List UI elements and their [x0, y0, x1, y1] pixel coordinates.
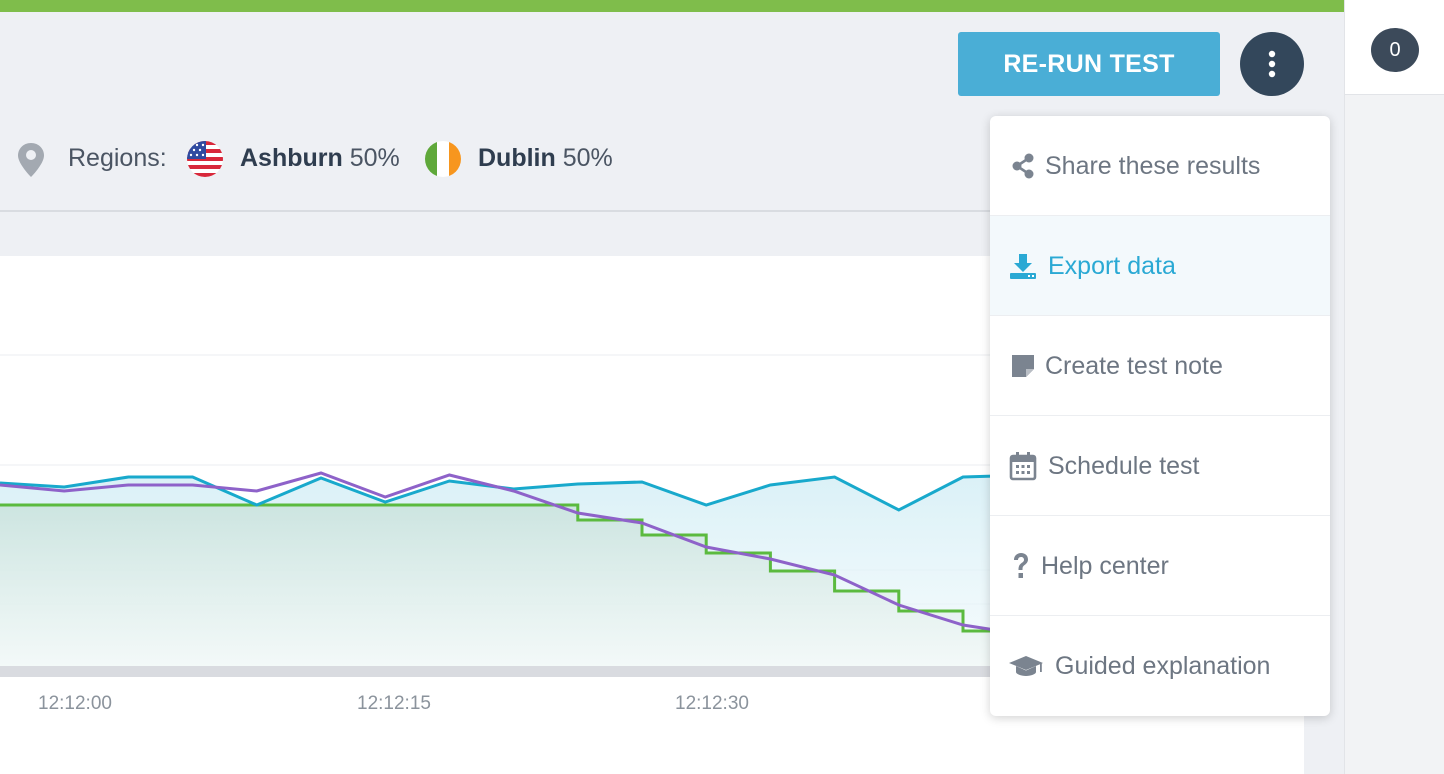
menu-item-label: Schedule test — [1048, 452, 1200, 480]
menu-item-label: Export data — [1048, 252, 1176, 280]
graduation-cap-icon — [1008, 652, 1044, 680]
menu-item-label: Create test note — [1045, 352, 1223, 380]
menu-item-label: Guided explanation — [1055, 652, 1271, 680]
region-dublin: Dublin 50% — [478, 144, 613, 173]
x-tick-label: 12:12:15 — [357, 693, 431, 714]
right-panel-header: 0 — [1345, 0, 1444, 95]
us-flag-icon — [187, 141, 223, 177]
x-tick-label: 12:12:00 — [38, 693, 112, 714]
calendar-icon — [1008, 452, 1038, 481]
menu-item-guided-explanation[interactable]: Guided explanation — [990, 616, 1330, 716]
top-status-bar — [0, 0, 1344, 12]
counter-badge[interactable]: 0 — [1371, 28, 1419, 72]
region-city: Dublin — [478, 144, 556, 172]
more-options-button[interactable] — [1240, 32, 1304, 96]
question-icon — [1010, 552, 1032, 580]
rerun-test-button[interactable]: RE-RUN TEST — [958, 32, 1220, 96]
x-tick-label: 12:12:30 — [675, 693, 749, 714]
menu-item-help[interactable]: Help center — [990, 516, 1330, 616]
menu-item-label: Help center — [1041, 552, 1169, 580]
region-percent: 50% — [349, 144, 400, 172]
right-side-panel: 0 — [1344, 0, 1444, 774]
menu-item-create-note[interactable]: Create test note — [990, 316, 1330, 416]
menu-item-label: Share these results — [1045, 152, 1261, 180]
download-icon — [1008, 252, 1038, 280]
ireland-flag-icon — [425, 141, 461, 177]
region-city: Ashburn — [240, 144, 343, 172]
regions-row: Regions: Ashburn 50% Dublin 50% — [0, 120, 990, 200]
more-options-menu: Share these results Export data Create t… — [990, 116, 1330, 716]
share-icon — [1008, 152, 1038, 180]
region-ashburn: Ashburn 50% — [240, 144, 400, 173]
note-icon — [1008, 352, 1038, 380]
map-pin-icon — [18, 143, 44, 177]
menu-item-export[interactable]: Export data — [990, 216, 1330, 316]
menu-item-schedule[interactable]: Schedule test — [990, 416, 1330, 516]
regions-label: Regions: — [68, 144, 167, 172]
menu-item-share[interactable]: Share these results — [990, 116, 1330, 216]
region-percent: 50% — [562, 144, 613, 172]
kebab-vertical-icon — [1268, 50, 1276, 78]
